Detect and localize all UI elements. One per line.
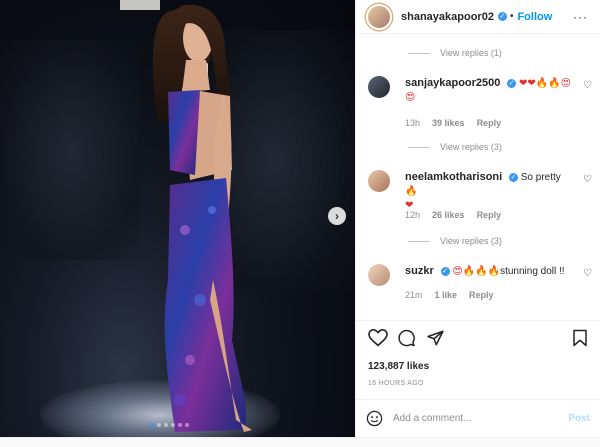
view-replies-label: View replies (3) bbox=[440, 142, 502, 152]
verified-badge-icon: ✓ bbox=[440, 266, 450, 276]
comment-time: 12h bbox=[405, 210, 421, 220]
emoji-icon[interactable] bbox=[366, 410, 383, 427]
divider-line bbox=[408, 52, 430, 54]
post-comment-button[interactable]: Post bbox=[568, 413, 590, 424]
comment-time: 21m bbox=[405, 290, 423, 300]
action-icons bbox=[368, 329, 590, 349]
divider-line bbox=[408, 240, 430, 242]
page-bottom-strip bbox=[0, 437, 600, 447]
author-username[interactable]: shanayakapoor02 bbox=[401, 11, 494, 23]
comment-time: 13h bbox=[405, 118, 421, 128]
carousel-dot bbox=[164, 423, 168, 427]
comment-meta: 12h 26 likes Reply bbox=[405, 210, 501, 220]
comment-text: stunning doll !! bbox=[500, 266, 565, 277]
comment-input[interactable] bbox=[393, 413, 553, 424]
commenter-avatar[interactable] bbox=[368, 76, 390, 98]
verified-badge-icon: ✓ bbox=[508, 172, 518, 182]
post-sidebar: shanayakapoor02 ✓ • Follow ··· View repl… bbox=[355, 0, 600, 437]
verified-badge-icon: ✓ bbox=[507, 78, 517, 88]
carousel-dot bbox=[178, 423, 182, 427]
comment-meta: 13h 39 likes Reply bbox=[405, 118, 501, 128]
commenter-username[interactable]: sanjaykapoor2500 bbox=[405, 77, 500, 89]
commenter-avatar[interactable] bbox=[368, 170, 390, 192]
comment-emojis: 😍🔥🔥🔥 bbox=[452, 266, 501, 277]
carousel-dot bbox=[171, 423, 175, 427]
likes-count[interactable]: 123,887 likes bbox=[368, 361, 429, 372]
post-header: shanayakapoor02 ✓ • Follow ··· bbox=[356, 0, 600, 34]
view-replies-label: View replies (1) bbox=[440, 48, 502, 58]
post-image[interactable]: › bbox=[0, 0, 355, 437]
comment-icon[interactable] bbox=[397, 329, 416, 347]
bookmark-icon[interactable] bbox=[572, 329, 588, 347]
next-image-button[interactable]: › bbox=[328, 207, 346, 225]
commenter-username[interactable]: neelamkotharisoni bbox=[405, 171, 502, 183]
commenter-avatar[interactable] bbox=[368, 264, 390, 286]
comment-body: suzkr ✓ 😍🔥🔥🔥stunning doll !! bbox=[405, 264, 572, 279]
reply-button[interactable]: Reply bbox=[477, 210, 502, 220]
comment-likes[interactable]: 1 like bbox=[435, 290, 458, 300]
commenter-username[interactable]: suzkr bbox=[405, 265, 434, 277]
reply-button[interactable]: Reply bbox=[469, 290, 494, 300]
comment-emojis: 🔥 bbox=[405, 186, 418, 197]
view-replies-button[interactable]: View replies (3) bbox=[408, 236, 502, 246]
like-comment-icon[interactable]: ♡ bbox=[583, 174, 592, 185]
verified-badge-icon: ✓ bbox=[497, 12, 507, 21]
author-avatar[interactable] bbox=[366, 3, 392, 30]
comment-text: So pretty bbox=[520, 172, 561, 183]
comment-likes[interactable]: 26 likes bbox=[432, 210, 465, 220]
like-comment-icon[interactable]: ♡ bbox=[583, 268, 592, 279]
comments-list[interactable]: View replies (1) sanjaykapoor2500 ✓ ❤❤🔥🔥… bbox=[356, 34, 600, 320]
share-icon[interactable] bbox=[426, 329, 445, 347]
comment-emojis-line2: 😍 bbox=[405, 92, 416, 103]
view-replies-button[interactable]: View replies (3) bbox=[408, 142, 502, 152]
carousel-dot bbox=[157, 423, 161, 427]
separator-dot: • bbox=[509, 11, 514, 22]
carousel-dot bbox=[150, 423, 154, 427]
view-replies-button[interactable]: View replies (1) bbox=[408, 48, 502, 58]
divider-line bbox=[408, 146, 430, 148]
carousel-indicator bbox=[150, 423, 189, 427]
post-actions: 123,887 likes 16 HOURS AGO bbox=[356, 320, 600, 410]
post-timestamp: 16 HOURS AGO bbox=[368, 380, 424, 387]
reply-button[interactable]: Reply bbox=[477, 118, 502, 128]
heart-icon[interactable] bbox=[368, 329, 388, 347]
comment-likes[interactable]: 39 likes bbox=[432, 118, 465, 128]
comment-body: neelamkotharisoni ✓ So pretty 🔥 ❤ bbox=[405, 170, 572, 213]
runway-model bbox=[152, 4, 252, 432]
carousel-dot bbox=[185, 423, 189, 427]
comment-composer: Post bbox=[356, 399, 600, 437]
like-comment-icon[interactable]: ♡ bbox=[583, 80, 592, 91]
more-options-icon[interactable]: ··· bbox=[573, 10, 588, 24]
follow-button[interactable]: Follow bbox=[517, 11, 552, 23]
view-replies-label: View replies (3) bbox=[440, 236, 502, 246]
comment-body: sanjaykapoor2500 ✓ ❤❤🔥🔥😍 😍 bbox=[405, 76, 572, 105]
comment-emojis: ❤❤🔥🔥😍 bbox=[518, 78, 572, 89]
chevron-right-icon: › bbox=[335, 209, 339, 223]
comment-meta: 21m 1 like Reply bbox=[405, 290, 494, 300]
